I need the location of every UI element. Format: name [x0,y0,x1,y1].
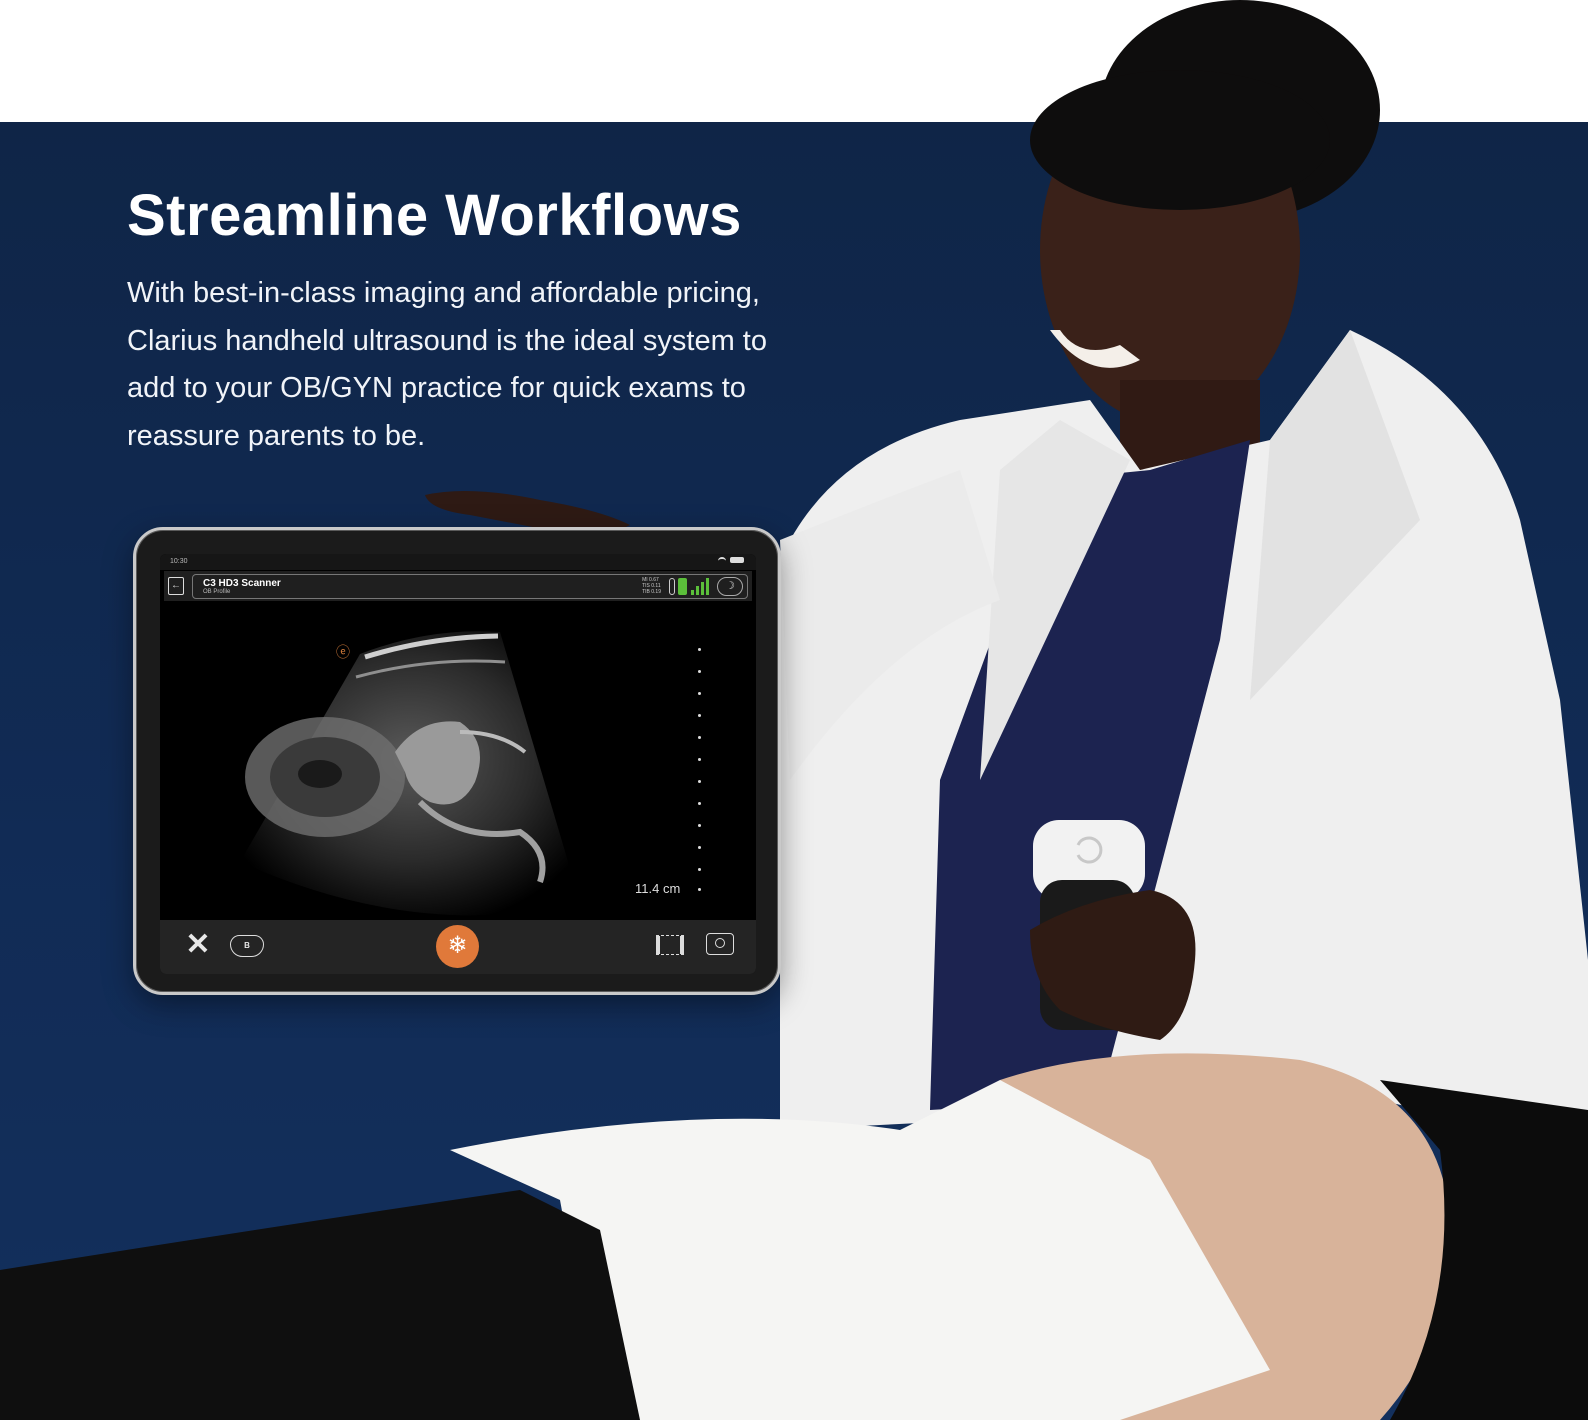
hero-description: With best-in-class imaging and affordabl… [127,277,767,452]
close-tools-icon[interactable]: ✕ [184,930,212,960]
battery-icon [678,578,687,595]
sleep-icon[interactable]: ☽ [717,577,743,596]
ultrasound-image[interactable]: ⓔ 11.4 cm [160,602,756,920]
bottom-toolbar: ✕ B ❄ [160,920,756,974]
status-icons [718,557,744,563]
scanner-topbar: ← C3 HD3 Scanner OB Profile MI 0.67 TIS … [164,571,752,601]
ultrasound-app-screen: 10:30 ← C3 HD3 Scanner OB Profile MI 0.6… [160,554,756,974]
acoustic-tib: TIB 0.19 [642,589,661,595]
depth-label: 11.4 cm [635,881,681,896]
status-bar: 10:30 [160,554,756,570]
cine-icon[interactable] [656,935,684,955]
page: Streamline Workflows With best-in-class … [0,0,1588,1420]
device-battery-icon [730,557,744,563]
fetal-scan-image [240,631,580,916]
thermometer-icon [669,578,675,595]
scanner-selector[interactable]: C3 HD3 Scanner OB Profile MI 0.67 TIS 0.… [192,574,748,599]
scanner-profile: OB Profile [203,589,231,595]
status-time: 10:30 [170,558,188,565]
page-title: Streamline Workflows [127,183,742,248]
wifi-icon [718,557,726,563]
back-icon[interactable]: ← [168,577,184,595]
scanner-name: C3 HD3 Scanner [203,578,281,589]
orientation-marker-icon: ⓔ [336,644,350,660]
b-mode-icon[interactable]: B [230,935,264,957]
acoustic-indices: MI 0.67 TIS 0.11 TIB 0.19 [642,577,661,595]
camera-icon[interactable] [706,933,734,955]
signal-icon [691,578,709,595]
freeze-icon[interactable]: ❄ [436,925,479,968]
tablet-device: 10:30 ← C3 HD3 Scanner OB Profile MI 0.6… [133,527,781,995]
